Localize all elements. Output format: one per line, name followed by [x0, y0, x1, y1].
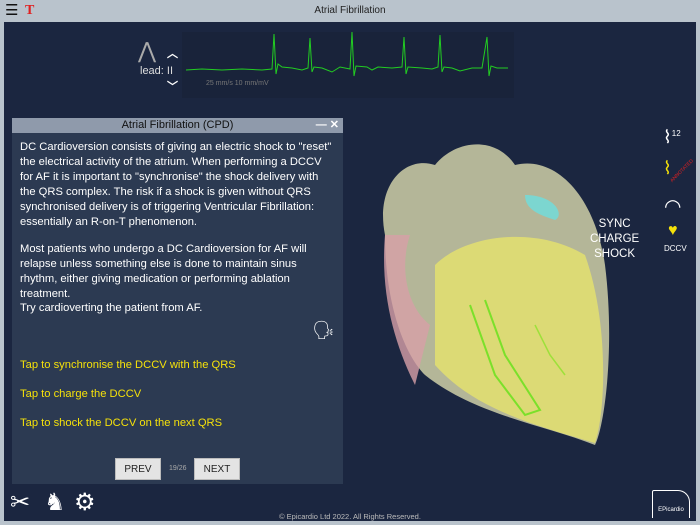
info-panel: Atrial Fibrillation (CPD) — ✕ DC Cardiov… [12, 118, 343, 484]
minimize-button[interactable]: — [316, 119, 327, 131]
panel-paragraph: Try cardioverting the patient from AF. [20, 302, 203, 314]
page-indicator: 19/26 [169, 465, 187, 472]
shock-label[interactable]: SHOCK [590, 247, 639, 262]
dccv-label: DCCV [664, 244, 687, 253]
top-bar: ☰ T Atrial Fibrillation [0, 0, 700, 21]
charge-label[interactable]: CHARGE [590, 232, 639, 247]
speedometer-icon[interactable]: ◠ [664, 194, 681, 219]
lead-up-chevron-icon[interactable]: ︿ [167, 45, 178, 61]
sync-label[interactable]: SYNC [590, 217, 639, 232]
twelve-lead-ecg-icon[interactable]: ⌇12 [663, 127, 681, 148]
heart-3d-model[interactable] [365, 125, 615, 450]
ecg-strip [182, 31, 514, 98]
app-title: Atrial Fibrillation [314, 5, 386, 16]
ecg-scale: 25 mm/s 10 mm/mV [206, 80, 269, 87]
lead-label: lead: II [140, 65, 174, 77]
annotated-ecg-icon[interactable]: ⌇ ANNOTATED [663, 158, 695, 184]
shock-action-link[interactable]: Tap to shock the DCCV on the next QRS [20, 417, 222, 429]
panel-paragraph: Most patients who undergo a DC Cardiover… [20, 243, 307, 300]
panel-title: Atrial Fibrillation (CPD) [121, 119, 234, 131]
dccv-heart-icon[interactable]: ♥ [668, 222, 678, 240]
next-button[interactable]: NEXT [194, 458, 240, 480]
lead-down-chevron-icon[interactable]: ﹀ [167, 78, 178, 94]
copyright: © Epicardio Ltd 2022. All Rights Reserve… [279, 512, 421, 521]
epicardio-logo: EPicardio [652, 490, 690, 518]
sync-action-link[interactable]: Tap to synchronise the DCCV with the QRS [20, 359, 236, 371]
panel-paragraph: DC Cardioversion consists of giving an e… [20, 141, 332, 228]
panel-title-bar: Atrial Fibrillation (CPD) — ✕ [12, 118, 343, 133]
lead-icon[interactable]: ⋀ [138, 38, 156, 64]
speech-icon[interactable]: 🗣 [312, 320, 335, 341]
close-button[interactable]: ✕ [330, 119, 339, 131]
prev-button[interactable]: PREV [115, 458, 161, 480]
charge-action-link[interactable]: Tap to charge the DCCV [20, 388, 141, 400]
dccv-status: SYNC CHARGE SHOCK [590, 217, 639, 262]
ecg-trace [185, 31, 508, 77]
